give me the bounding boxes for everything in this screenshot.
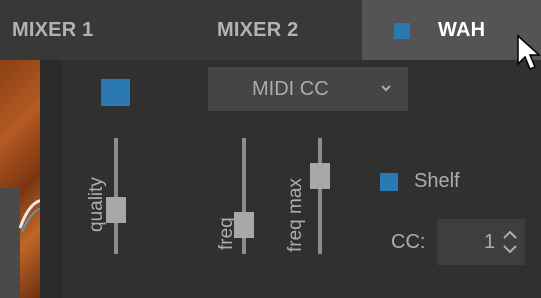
shelf-checkbox[interactable] xyxy=(380,173,398,191)
quality-slider-thumb[interactable] xyxy=(106,197,126,223)
mouse-cursor-icon xyxy=(517,34,541,70)
freq-slider-thumb[interactable] xyxy=(234,212,254,238)
quality-slider-track[interactable] xyxy=(114,138,118,254)
tab-label: MIXER 1 xyxy=(12,18,94,41)
tab-bar: MIXER 1 MIXER 2 WAH xyxy=(0,0,541,60)
stepper-arrows-icon[interactable] xyxy=(500,228,520,256)
chevron-down-icon xyxy=(381,85,391,92)
tab-enable-indicator[interactable] xyxy=(394,23,410,39)
cc-label: CC: xyxy=(391,231,426,253)
freq-max-label: freq max xyxy=(285,178,306,252)
tab-label: MIXER 2 xyxy=(217,18,299,41)
wah-enable-toggle[interactable] xyxy=(101,79,130,106)
wah-plugin-window: MIXER 1 MIXER 2 WAH MIDI CC quality freq… xyxy=(0,0,541,298)
tab-mixer-1[interactable]: MIXER 1 xyxy=(0,0,181,60)
mode-dropdown[interactable]: MIDI CC xyxy=(208,67,408,111)
shelf-label: Shelf xyxy=(414,170,460,192)
quality-label: quality xyxy=(86,177,107,232)
tab-wah[interactable]: WAH xyxy=(362,0,541,60)
panel-divider xyxy=(40,60,62,298)
freq-max-slider-track[interactable] xyxy=(318,138,322,254)
cc-value[interactable]: 1 xyxy=(484,231,495,254)
mode-dropdown-value: MIDI CC xyxy=(252,78,329,100)
tab-label: WAH xyxy=(438,18,486,41)
tab-mixer-2[interactable]: MIXER 2 xyxy=(181,0,362,60)
freq-max-slider-thumb[interactable] xyxy=(310,163,330,189)
